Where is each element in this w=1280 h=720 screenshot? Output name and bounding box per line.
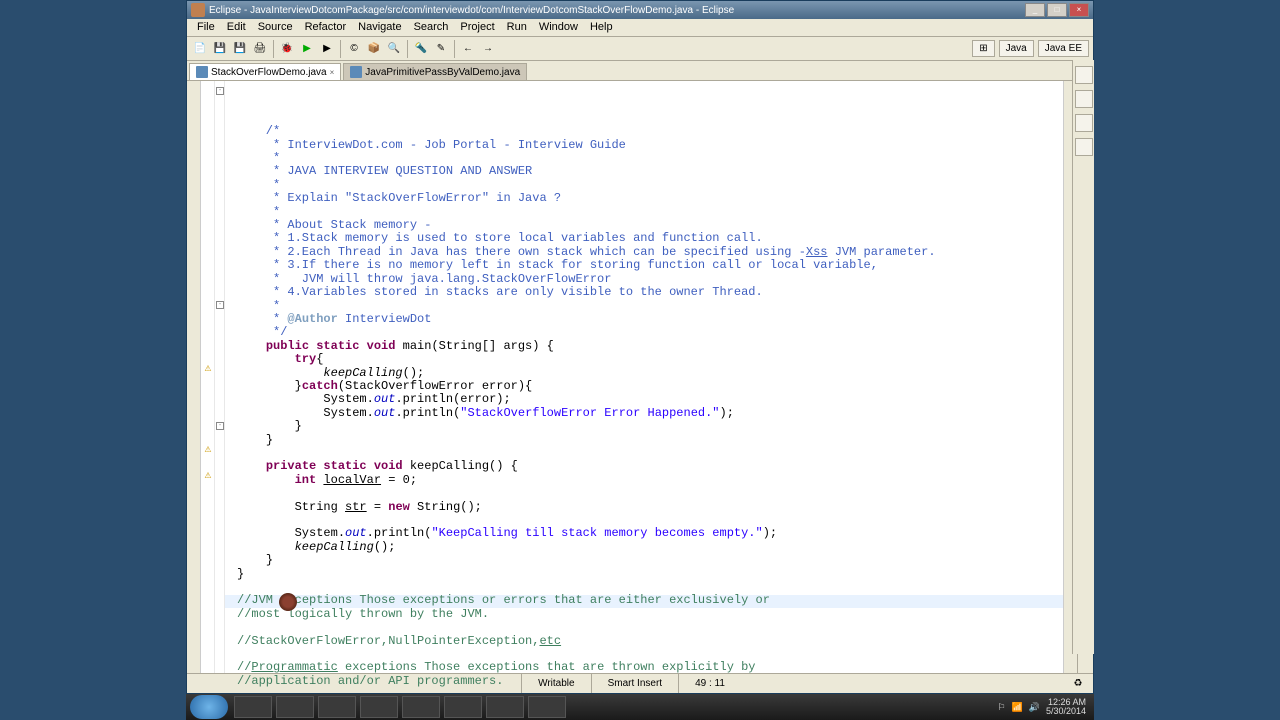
new-class-icon[interactable]: ©	[345, 40, 363, 58]
separator	[454, 40, 455, 58]
menu-project[interactable]: Project	[454, 19, 500, 36]
fold-column: - - -	[215, 81, 225, 689]
maximize-button[interactable]: □	[1047, 3, 1067, 17]
tab-label: StackOverFlowDemo.java	[211, 67, 327, 78]
tab-primitivepass[interactable]: JavaPrimitivePassByValDemo.java	[343, 63, 527, 80]
taskbar-explorer-icon[interactable]	[276, 696, 314, 718]
menu-edit[interactable]: Edit	[221, 19, 252, 36]
separator	[340, 40, 341, 58]
saveall-icon[interactable]: 💾	[231, 40, 249, 58]
window-controls: _ □ ×	[1025, 3, 1089, 17]
debug-icon[interactable]: 🐞	[278, 40, 296, 58]
taskbar-ie-icon[interactable]	[234, 696, 272, 718]
print-icon[interactable]: 🖨	[251, 40, 269, 58]
window-title: Eclipse - JavaInterviewDotcomPackage/src…	[209, 5, 1025, 16]
separator	[273, 40, 274, 58]
warning-icon: ⚠	[203, 364, 213, 374]
marker-column: ⚠ ⚠ ⚠	[201, 81, 215, 689]
code-content: /* * InterviewDot.com - Job Portal - Int…	[237, 125, 1063, 688]
perspective-switcher: ⊞ Java Java EE	[972, 40, 1089, 57]
right-trim	[1072, 60, 1094, 654]
cursor-indicator	[279, 593, 297, 611]
taskbar-firefox-icon[interactable]	[402, 696, 440, 718]
menu-window[interactable]: Window	[533, 19, 584, 36]
titlebar: Eclipse - JavaInterviewDotcomPackage/src…	[187, 1, 1093, 19]
new-package-icon[interactable]: 📦	[365, 40, 383, 58]
tab-label: JavaPrimitivePassByValDemo.java	[365, 67, 520, 78]
new-icon[interactable]: 📄	[191, 40, 209, 58]
open-type-icon[interactable]: 🔍	[385, 40, 403, 58]
tab-stackoverflow[interactable]: StackOverFlowDemo.java ×	[189, 63, 341, 80]
editor-tabbar: StackOverFlowDemo.java × JavaPrimitivePa…	[187, 61, 1093, 81]
javaee-perspective-button[interactable]: Java EE	[1038, 40, 1089, 57]
taskbar-eclipse-icon[interactable]	[486, 696, 524, 718]
menu-search[interactable]: Search	[408, 19, 455, 36]
fold-icon[interactable]: -	[216, 422, 224, 430]
system-tray[interactable]: ⚐ 📶 🔊 12:26 AM 5/30/2014	[997, 698, 1094, 716]
open-perspective-icon[interactable]: ⊞	[972, 40, 994, 57]
fold-icon[interactable]: -	[216, 87, 224, 95]
taskbar-media-icon[interactable]	[318, 696, 356, 718]
task-view-icon[interactable]	[1075, 90, 1093, 108]
menu-run[interactable]: Run	[501, 19, 533, 36]
taskbar-app-icon[interactable]	[444, 696, 482, 718]
java-perspective-button[interactable]: Java	[999, 40, 1034, 57]
editor[interactable]: ⚠ ⚠ ⚠ - - - /* * InterviewDot.com - Job …	[187, 81, 1093, 689]
run-last-icon[interactable]: ▶	[318, 40, 336, 58]
eclipse-window: Eclipse - JavaInterviewDotcomPackage/src…	[186, 0, 1094, 694]
menu-help[interactable]: Help	[584, 19, 619, 36]
tray-date: 5/30/2014	[1046, 707, 1086, 716]
problems-view-icon[interactable]	[1075, 114, 1093, 132]
java-file-icon	[196, 66, 208, 78]
tray-volume-icon[interactable]: 🔊	[1029, 702, 1040, 713]
annotate-icon[interactable]: ✎	[432, 40, 450, 58]
close-icon[interactable]: ×	[330, 68, 335, 77]
menu-navigate[interactable]: Navigate	[352, 19, 407, 36]
eclipse-icon	[191, 3, 205, 17]
tray-flag-icon[interactable]: ⚐	[997, 702, 1005, 713]
menubar: File Edit Source Refactor Navigate Searc…	[187, 19, 1093, 37]
java-file-icon	[350, 66, 362, 78]
taskbar-vlc-icon[interactable]	[360, 696, 398, 718]
toolbar: 📄 💾 💾 🖨 🐞 ▶ ▶ © 📦 🔍 🔦 ✎ ← → ⊞ Java Java …	[187, 37, 1093, 61]
windows-taskbar: ⚐ 📶 🔊 12:26 AM 5/30/2014	[186, 694, 1094, 720]
search-icon[interactable]: 🔦	[412, 40, 430, 58]
fold-icon[interactable]: -	[216, 301, 224, 309]
menu-source[interactable]: Source	[252, 19, 299, 36]
forward-icon[interactable]: →	[479, 40, 497, 58]
save-icon[interactable]: 💾	[211, 40, 229, 58]
menu-file[interactable]: File	[191, 19, 221, 36]
start-button[interactable]	[190, 695, 228, 719]
outline-view-icon[interactable]	[1075, 66, 1093, 84]
declaration-view-icon[interactable]	[1075, 138, 1093, 156]
code-area[interactable]: /* * InterviewDot.com - Job Portal - Int…	[225, 81, 1063, 689]
taskbar-app2-icon[interactable]	[528, 696, 566, 718]
back-icon[interactable]: ←	[459, 40, 477, 58]
close-button[interactable]: ×	[1069, 3, 1089, 17]
heap-icon[interactable]: ♻	[1069, 675, 1087, 693]
minimize-button[interactable]: _	[1025, 3, 1045, 17]
left-ruler	[187, 81, 201, 689]
warning-icon: ⚠	[203, 445, 213, 455]
run-icon[interactable]: ▶	[298, 40, 316, 58]
warning-icon: ⚠	[203, 471, 213, 481]
tray-network-icon[interactable]: 📶	[1012, 702, 1023, 713]
separator	[407, 40, 408, 58]
menu-refactor[interactable]: Refactor	[299, 19, 353, 36]
